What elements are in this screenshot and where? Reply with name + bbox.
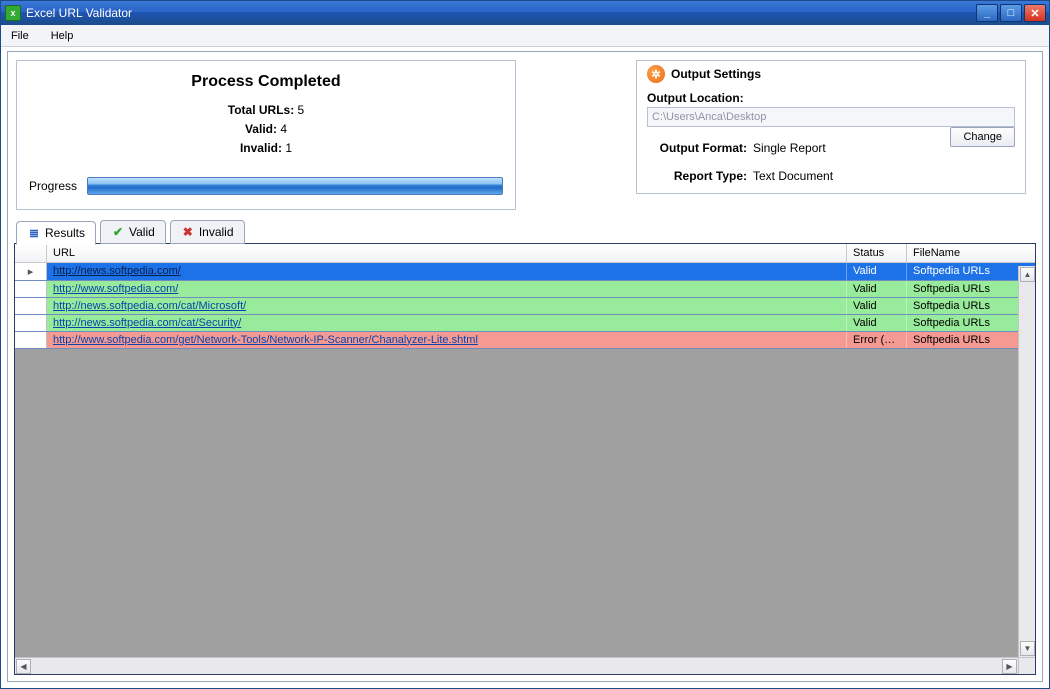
grid-header-filename[interactable]: FileName bbox=[907, 244, 1035, 262]
progress-label: Progress bbox=[29, 179, 77, 193]
list-icon: ≣ bbox=[27, 226, 41, 240]
title-bar: x Excel URL Validator _ □ ✕ bbox=[1, 1, 1049, 25]
horizontal-scrollbar[interactable]: ◀ ▶ bbox=[15, 657, 1018, 674]
scroll-right-button[interactable]: ▶ bbox=[1002, 659, 1017, 674]
tab-strip: ≣ Results ✔ Valid ✖ Invalid bbox=[14, 220, 1036, 244]
url-link[interactable]: http://news.softpedia.com/cat/Security/ bbox=[53, 317, 241, 329]
scroll-up-button[interactable]: ▲ bbox=[1020, 267, 1035, 282]
tab-valid[interactable]: ✔ Valid bbox=[100, 220, 166, 244]
row-selector[interactable]: ▸ bbox=[15, 263, 47, 280]
maximize-button[interactable]: □ bbox=[1000, 4, 1022, 22]
results-grid: URL Status FileName ▸ http://news.softped… bbox=[14, 243, 1036, 675]
output-settings-header: Output Settings bbox=[671, 67, 761, 81]
cell-status: Valid bbox=[847, 263, 907, 280]
minimize-button[interactable]: _ bbox=[976, 4, 998, 22]
app-icon: x bbox=[5, 5, 21, 21]
cell-status: Error (410) bbox=[847, 332, 907, 348]
scroll-left-button[interactable]: ◀ bbox=[16, 659, 31, 674]
gear-icon: ✲ bbox=[647, 65, 665, 83]
output-format-label: Output Format: bbox=[647, 141, 747, 155]
cell-url: http://www.softpedia.com/get/Network-Too… bbox=[47, 332, 847, 348]
tab-results[interactable]: ≣ Results bbox=[16, 221, 96, 245]
scroll-corner bbox=[1018, 657, 1035, 674]
grid-body: ▸http://news.softpedia.com/ValidSoftpedi… bbox=[15, 263, 1035, 674]
report-type-value: Text Document bbox=[753, 169, 833, 183]
tab-invalid[interactable]: ✖ Invalid bbox=[170, 220, 245, 244]
row-selector[interactable] bbox=[15, 315, 47, 331]
menu-file[interactable]: File bbox=[7, 28, 33, 44]
grid-header-url[interactable]: URL bbox=[47, 244, 847, 262]
cell-filename: Softpedia URLs bbox=[907, 281, 1035, 297]
check-icon: ✔ bbox=[111, 225, 125, 239]
tab-valid-label: Valid bbox=[129, 225, 155, 239]
url-link[interactable]: http://www.softpedia.com/ bbox=[53, 283, 178, 295]
cell-status: Valid bbox=[847, 281, 907, 297]
cell-url: http://news.softpedia.com/ bbox=[47, 263, 847, 280]
cell-filename: Softpedia URLs bbox=[907, 315, 1035, 331]
vertical-scrollbar[interactable]: ▲ ▼ bbox=[1018, 266, 1035, 657]
output-format-value: Single Report bbox=[753, 141, 826, 155]
change-button[interactable]: Change bbox=[950, 127, 1015, 147]
valid-label: Valid: bbox=[245, 122, 277, 136]
close-button[interactable]: ✕ bbox=[1024, 4, 1046, 22]
total-urls-value: 5 bbox=[298, 103, 305, 117]
table-row[interactable]: http://news.softpedia.com/cat/Microsoft/… bbox=[15, 298, 1035, 315]
menu-help[interactable]: Help bbox=[47, 28, 78, 44]
cell-url: http://news.softpedia.com/cat/Security/ bbox=[47, 315, 847, 331]
row-selector[interactable] bbox=[15, 281, 47, 297]
grid-header-selector[interactable] bbox=[15, 244, 47, 262]
cell-url: http://www.softpedia.com/ bbox=[47, 281, 847, 297]
progress-bar bbox=[87, 177, 503, 195]
tab-invalid-label: Invalid bbox=[199, 225, 234, 239]
row-selector[interactable] bbox=[15, 298, 47, 314]
output-settings-panel: ✲ Output Settings Output Location: C:\Us… bbox=[636, 60, 1026, 194]
row-selector[interactable] bbox=[15, 332, 47, 348]
cell-status: Valid bbox=[847, 298, 907, 314]
cell-url: http://news.softpedia.com/cat/Microsoft/ bbox=[47, 298, 847, 314]
cell-filename: Softpedia URLs bbox=[907, 263, 1035, 280]
cell-filename: Softpedia URLs bbox=[907, 332, 1035, 348]
grid-header-status[interactable]: Status bbox=[847, 244, 907, 262]
tab-results-label: Results bbox=[45, 226, 85, 240]
cell-filename: Softpedia URLs bbox=[907, 298, 1035, 314]
total-urls-label: Total URLs: bbox=[228, 103, 294, 117]
scroll-down-button[interactable]: ▼ bbox=[1020, 641, 1035, 656]
report-type-label: Report Type: bbox=[647, 169, 747, 183]
cell-status: Valid bbox=[847, 315, 907, 331]
window-title: Excel URL Validator bbox=[26, 6, 974, 20]
output-location-field[interactable]: C:\Users\Anca\Desktop bbox=[647, 107, 1015, 127]
process-panel: Process Completed Total URLs: 5 Valid: 4… bbox=[16, 60, 516, 210]
process-title: Process Completed bbox=[29, 73, 503, 91]
content-frame: Process Completed Total URLs: 5 Valid: 4… bbox=[7, 51, 1043, 682]
table-row[interactable]: ▸ http://news.softpedia.com/ValidSoftpedi… bbox=[15, 263, 1035, 281]
output-location-label: Output Location: bbox=[647, 91, 1015, 105]
grid-header: URL Status FileName bbox=[15, 244, 1035, 263]
table-row[interactable]: http://news.softpedia.com/cat/Security/V… bbox=[15, 315, 1035, 332]
url-link[interactable]: http://news.softpedia.com/cat/Microsoft/ bbox=[53, 300, 246, 312]
table-row[interactable]: http://www.softpedia.com/ValidSoftpedia … bbox=[15, 281, 1035, 298]
table-row[interactable]: http://www.softpedia.com/get/Network-Too… bbox=[15, 332, 1035, 349]
valid-value: 4 bbox=[280, 122, 287, 136]
invalid-label: Invalid: bbox=[240, 141, 282, 155]
url-link[interactable]: http://www.softpedia.com/get/Network-Too… bbox=[53, 334, 478, 346]
x-icon: ✖ bbox=[181, 225, 195, 239]
url-link[interactable]: http://news.softpedia.com/ bbox=[53, 265, 181, 277]
menu-bar: File Help bbox=[1, 25, 1049, 47]
invalid-value: 1 bbox=[285, 141, 292, 155]
